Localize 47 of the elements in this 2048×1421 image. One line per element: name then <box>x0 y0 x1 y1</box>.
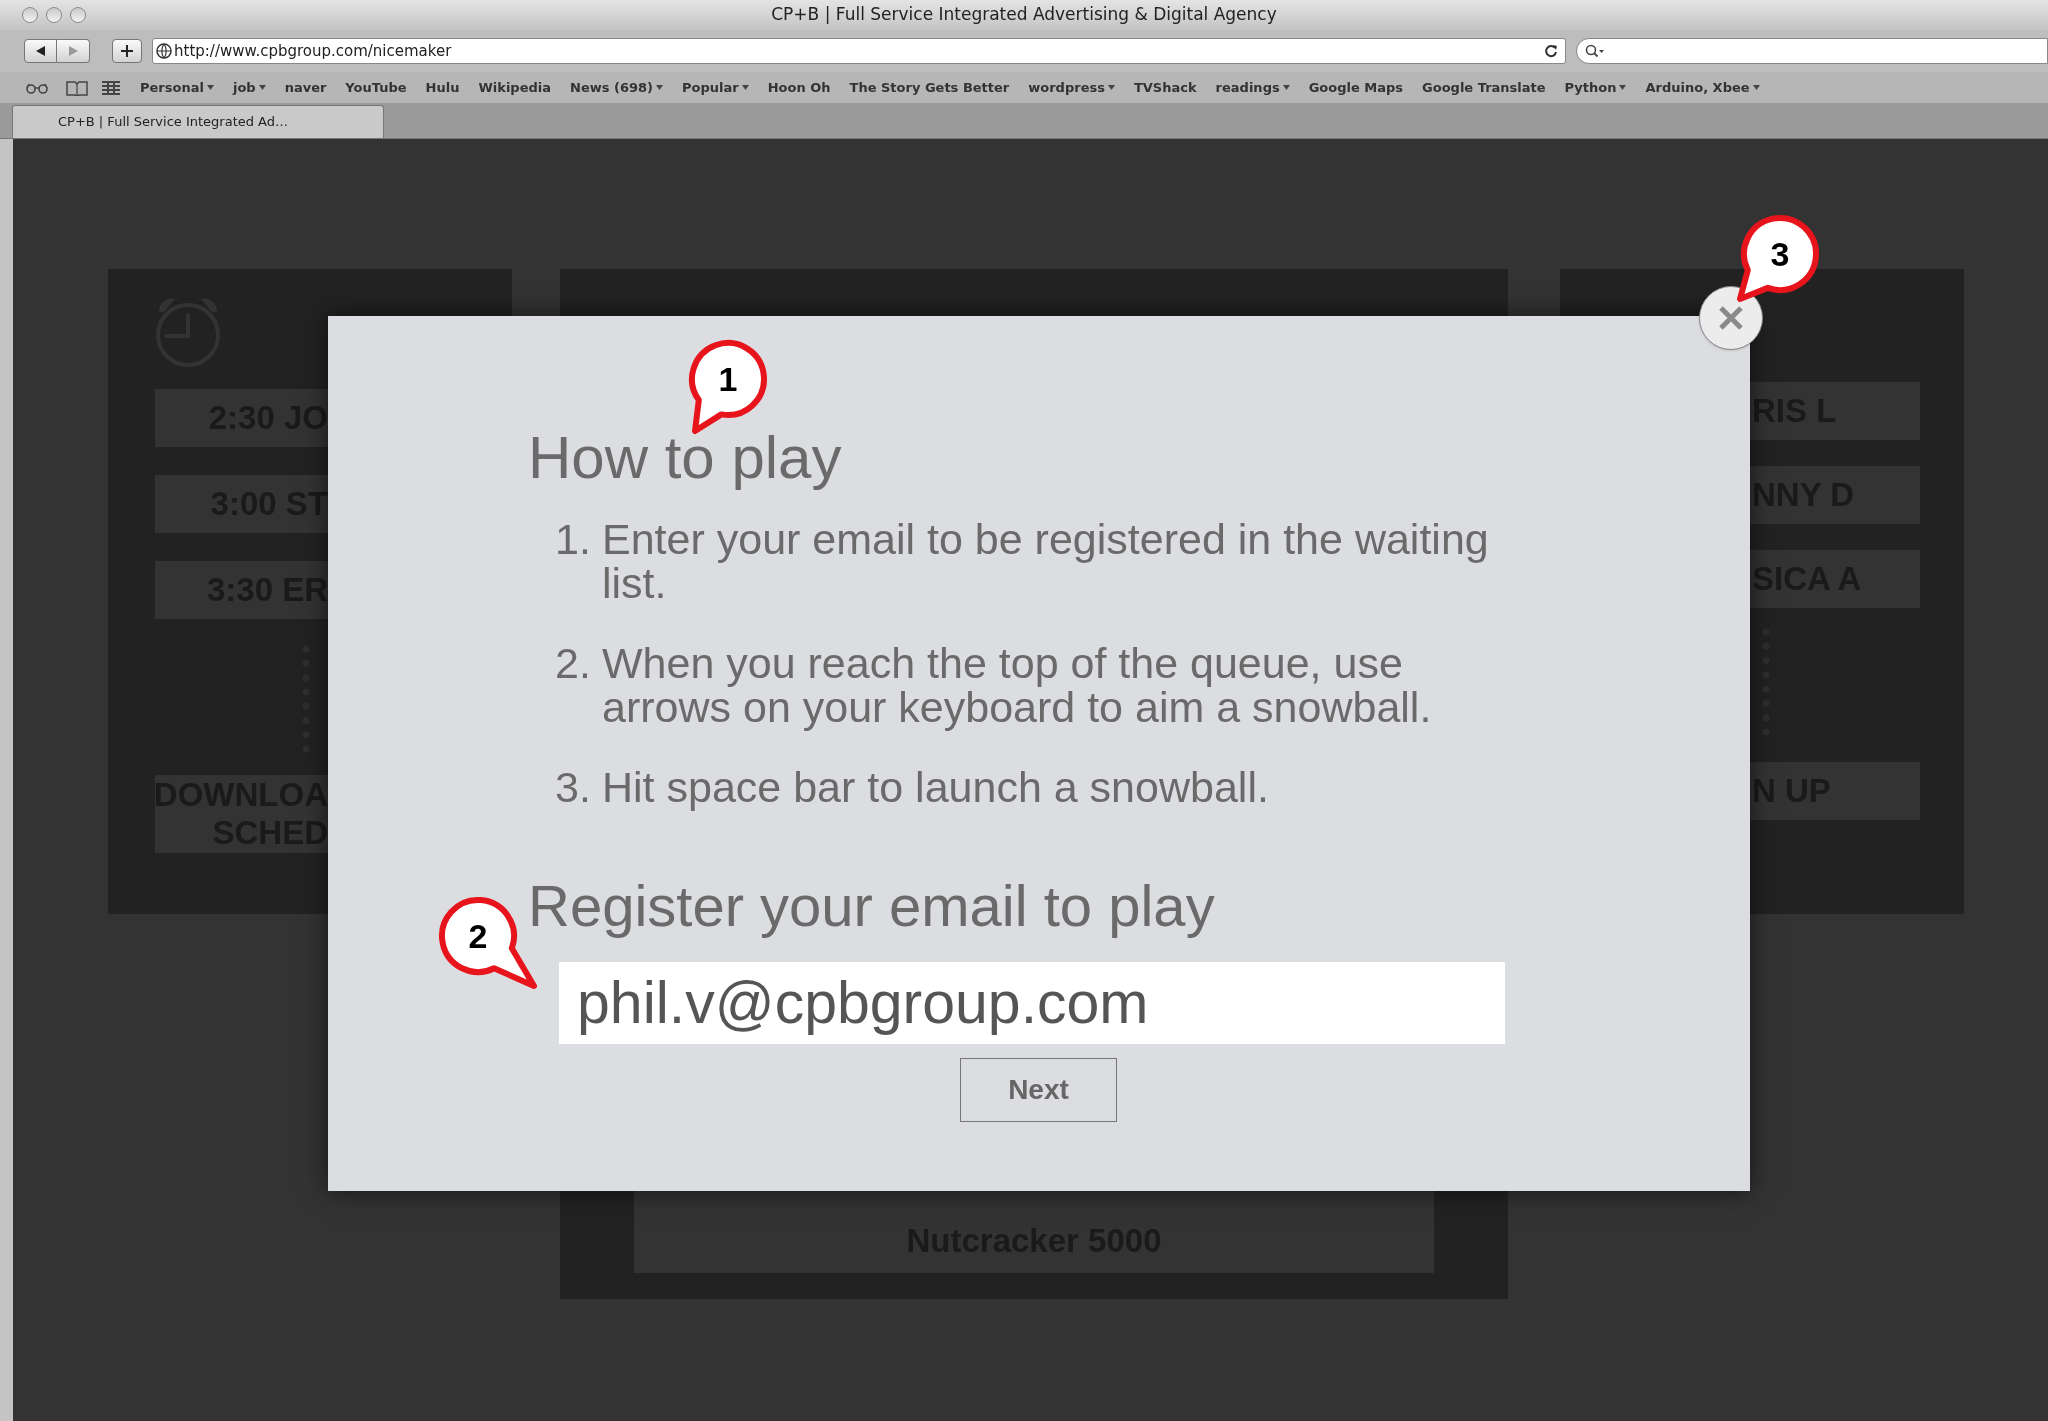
address-field[interactable]: http://www.cpbgroup.com/nicemaker <box>152 38 1566 64</box>
search-icon <box>1585 44 1605 58</box>
bookmark-item[interactable]: News (698) <box>570 77 663 98</box>
window-title: CP+B | Full Service Integrated Advertising & Digital Agency <box>770 3 1278 27</box>
modal-title: How to play <box>528 423 843 493</box>
add-bookmark-button[interactable] <box>112 39 142 63</box>
browser-tab[interactable]: CP+B | Full Service Integrated Ad… <box>12 105 384 138</box>
bookmark-item[interactable]: job <box>232 77 266 98</box>
plus-icon <box>121 45 133 57</box>
next-button[interactable]: Next <box>960 1058 1117 1122</box>
bookmark-item[interactable]: YouTube <box>345 77 407 98</box>
url-text: http://www.cpbgroup.com/nicemaker <box>174 40 453 62</box>
forward-button[interactable] <box>57 39 90 63</box>
window-control-button[interactable] <box>70 7 86 23</box>
bookmark-item[interactable]: The Story Gets Better <box>849 77 1010 98</box>
email-field[interactable]: phil.v@cpbgroup.com <box>559 962 1505 1044</box>
bookmark-item[interactable]: TVShack <box>1133 77 1197 98</box>
bookmark-item[interactable]: Personal <box>140 77 214 98</box>
bookmark-item[interactable]: Wikipedia <box>478 77 551 98</box>
book-icon[interactable] <box>66 79 88 96</box>
bookmark-item[interactable]: Google Maps <box>1308 77 1404 98</box>
window-control-button[interactable] <box>22 7 38 23</box>
bookmark-item[interactable]: readings <box>1215 77 1290 98</box>
step-number: 2. <box>555 641 592 689</box>
back-button[interactable] <box>24 39 57 63</box>
window-control-button[interactable] <box>46 7 62 23</box>
bookmark-item[interactable]: Arduino, Xbee <box>1645 77 1760 98</box>
reload-icon[interactable] <box>1544 44 1558 58</box>
reading-glasses-icon[interactable] <box>26 81 48 94</box>
step-number: 3. <box>555 765 592 809</box>
bookmark-item[interactable]: naver <box>284 77 327 98</box>
bookmark-item[interactable]: Python <box>1564 77 1627 98</box>
step-number: 1. <box>555 517 592 565</box>
step-text: Hit space bar to launch a snowball. <box>602 765 1270 809</box>
bookmark-item[interactable]: Popular <box>682 77 749 98</box>
search-field[interactable] <box>1576 38 2048 64</box>
bookmark-item[interactable]: Hoon Oh <box>767 77 831 98</box>
back-arrow-icon <box>36 46 45 56</box>
bookmark-item[interactable]: Hulu <box>425 77 460 98</box>
bookmark-item[interactable]: wordpress <box>1028 77 1115 98</box>
globe-icon <box>156 43 172 59</box>
grid-icon[interactable] <box>102 80 120 95</box>
step-text: When you reach the top of the queue, use arrows on your keyboard to aim a snowball. <box>602 641 1433 729</box>
forward-arrow-icon <box>68 46 78 56</box>
close-icon <box>1718 305 1744 331</box>
bookmark-item[interactable]: Google Translate <box>1422 77 1546 98</box>
step-text: Enter your email to be registered in the waiting list. <box>602 517 1490 605</box>
